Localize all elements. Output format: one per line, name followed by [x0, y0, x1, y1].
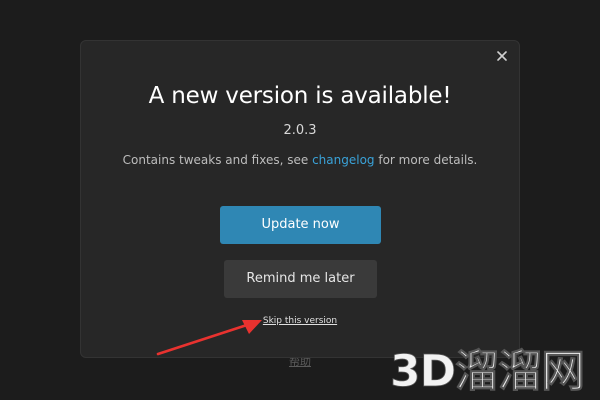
changelog-link[interactable]: changelog	[312, 153, 374, 167]
description-text-after: for more details.	[374, 153, 478, 167]
close-button[interactable]	[493, 47, 511, 65]
update-description: Contains tweaks and fixes, see changelog…	[81, 153, 519, 167]
watermark-text: 3D溜溜网	[390, 346, 584, 396]
close-icon	[497, 51, 507, 61]
skip-version-link[interactable]: Skip this version	[81, 316, 519, 326]
description-text-before: Contains tweaks and fixes, see	[122, 153, 313, 167]
dialog-title: A new version is available!	[148, 83, 452, 109]
watermark-logo: 3D溜溜网	[390, 346, 586, 396]
update-now-button[interactable]: Update now	[220, 206, 381, 244]
version-number: 2.0.3	[283, 123, 317, 138]
remind-me-later-button[interactable]: Remind me later	[224, 260, 377, 298]
update-dialog: A new version is available! 2.0.3 Contai…	[80, 40, 520, 358]
